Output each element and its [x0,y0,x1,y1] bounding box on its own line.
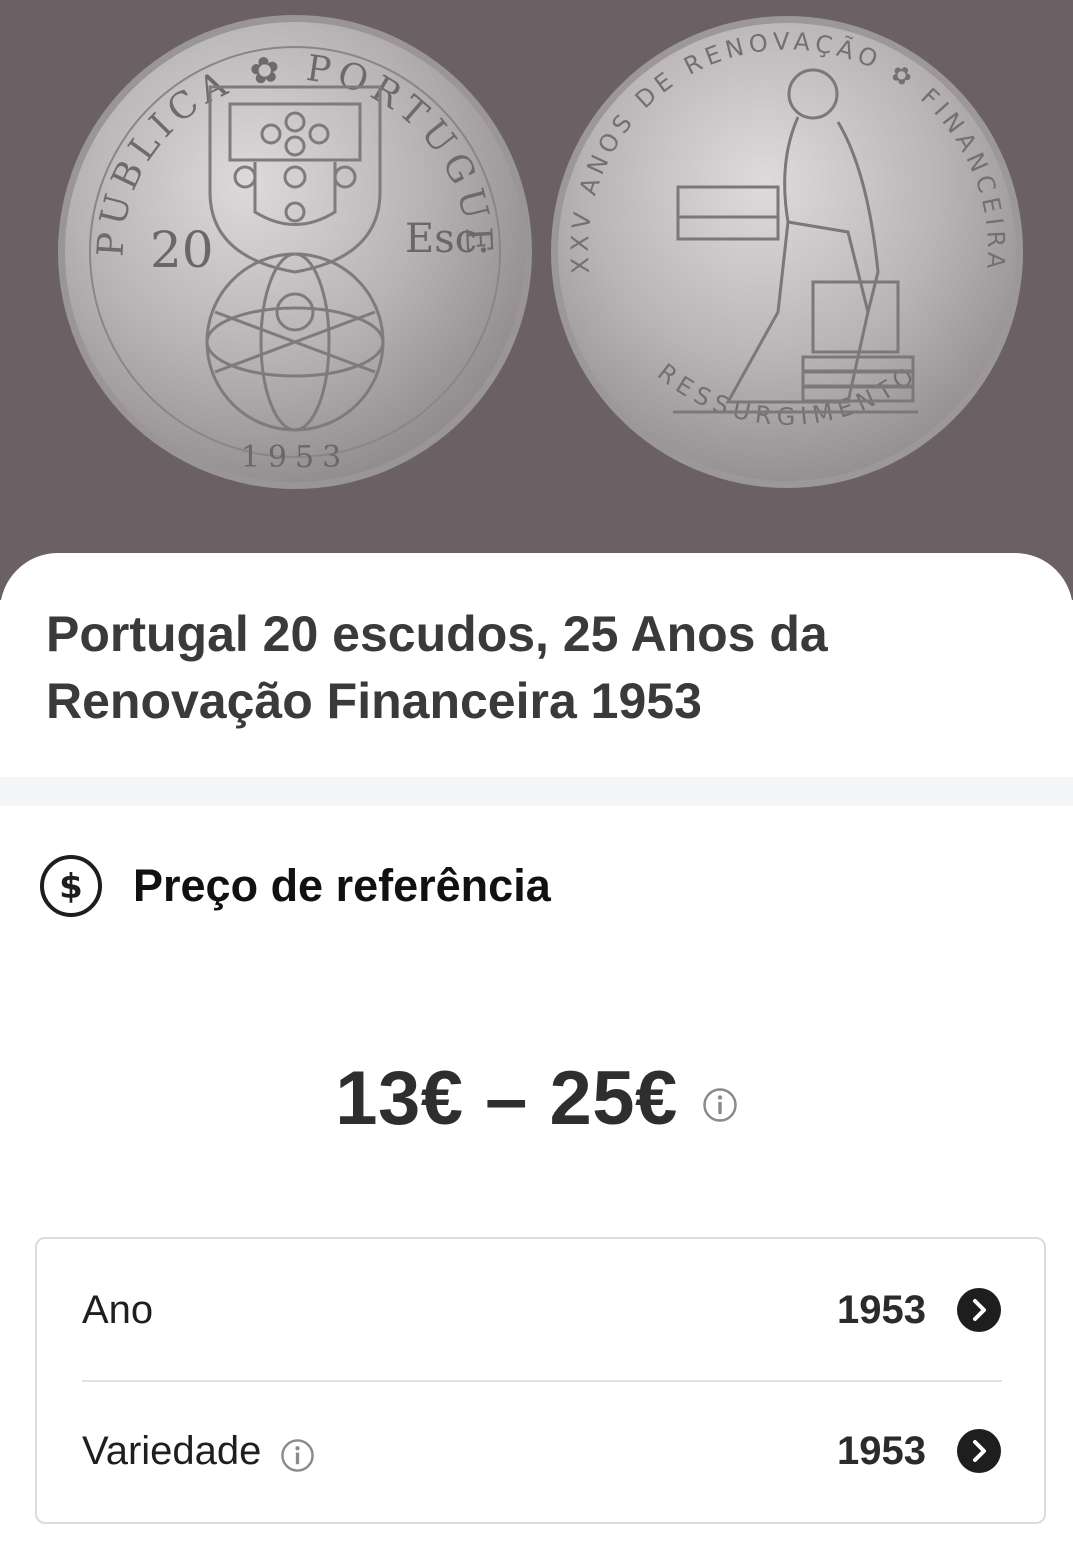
svg-text:$: $ [59,867,83,907]
price-range: 13€ – 25€ [335,1055,678,1141]
detail-label-year: Ano [82,1287,154,1332]
detail-row-variety[interactable]: Variedade 1953 [82,1406,1002,1496]
dollar-circle-icon: $ [40,855,102,917]
coin-obverse-image: REPUBLICA ✿ PORTUGUESA 20 Esc. 1953 [55,12,532,489]
coin-reverse-image: XXV ANOS DE RENOVAÇÃO ✿ FINANCEIRA RESSU… [551,16,1023,488]
detail-value-year: 1953 [837,1287,926,1332]
reference-price-label: Preço de referência [133,860,551,911]
info-icon[interactable] [280,1438,315,1473]
detail-value-variety: 1953 [837,1428,926,1473]
coin-photo[interactable]: REPUBLICA ✿ PORTUGUESA 20 Esc. 1953 [0,0,1073,600]
coin-title-line-1: Portugal 20 escudos, 25 Anos da [46,606,828,662]
detail-row-year[interactable]: Ano 1953 [82,1265,1002,1355]
info-icon[interactable] [702,1087,738,1123]
chevron-right-icon[interactable] [956,1287,1002,1333]
reference-price-header: $ Preço de referência [38,853,551,919]
obverse-denomination: 20 [150,221,214,279]
section-divider [0,777,1073,806]
details-card: Ano 1953 Variedade 1953 [35,1237,1046,1524]
chevron-right-icon[interactable] [956,1428,1002,1474]
obverse-year: 1953 [241,440,349,475]
price-range-row: 13€ – 25€ [0,1053,1073,1143]
row-divider [82,1380,1002,1382]
detail-label-variety: Variedade [82,1428,262,1473]
coin-detail-sheet: Portugal 20 escudos, 25 Anos da Renovaçã… [0,553,1073,1542]
coin-title: Portugal 20 escudos, 25 Anos da Renovaçã… [46,601,1036,735]
obverse-currency: Esc. [405,216,490,262]
coin-title-line-2: Renovação Financeira 1953 [46,673,702,729]
